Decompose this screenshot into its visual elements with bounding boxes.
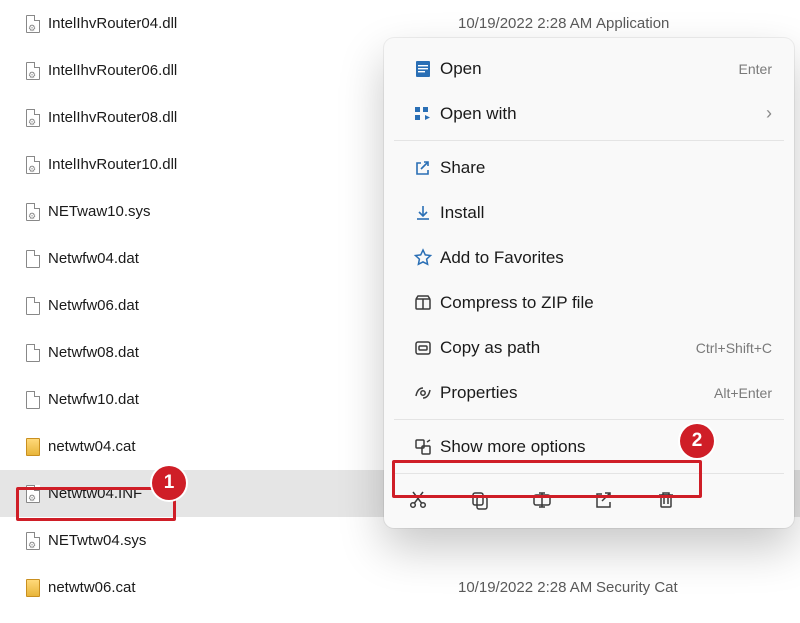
menu-show-more[interactable]: Show more options bbox=[384, 424, 794, 469]
menu-share[interactable]: Share bbox=[384, 145, 794, 190]
menu-open-with[interactable]: Open with › bbox=[384, 91, 794, 136]
file-name: IntelIhvRouter06.dll bbox=[46, 62, 396, 79]
file-icon bbox=[20, 156, 46, 174]
menu-install[interactable]: Install bbox=[384, 190, 794, 235]
menu-zip[interactable]: Compress to ZIP file bbox=[384, 280, 794, 325]
menu-copy-path-accel: Ctrl+Shift+C bbox=[696, 340, 772, 356]
file-name: Netwfw06.dat bbox=[46, 297, 396, 314]
menu-copy-path-label: Copy as path bbox=[440, 338, 696, 358]
cut-icon[interactable] bbox=[406, 488, 430, 512]
menu-show-more-label: Show more options bbox=[440, 437, 772, 457]
menu-open-with-label: Open with bbox=[440, 104, 766, 124]
file-name: NETwtw04.sys bbox=[46, 532, 396, 549]
copy-path-icon bbox=[406, 338, 440, 358]
menu-install-label: Install bbox=[440, 203, 772, 223]
file-name: Netwfw04.dat bbox=[46, 250, 396, 267]
menu-zip-label: Compress to ZIP file bbox=[440, 293, 772, 313]
file-name: IntelIhvRouter08.dll bbox=[46, 109, 396, 126]
menu-open[interactable]: Open Enter bbox=[384, 46, 794, 91]
menu-favorites-label: Add to Favorites bbox=[440, 248, 772, 268]
file-icon bbox=[20, 250, 46, 268]
more-options-icon bbox=[406, 437, 440, 457]
menu-properties[interactable]: Properties Alt+Enter bbox=[384, 370, 794, 415]
file-date: 10/19/2022 2:28 AM bbox=[396, 579, 596, 596]
file-name: IntelIhvRouter04.dll bbox=[46, 15, 396, 32]
open-with-icon bbox=[406, 104, 440, 124]
file-icon bbox=[20, 438, 46, 456]
menu-properties-accel: Alt+Enter bbox=[714, 385, 772, 401]
file-name: NETwaw10.sys bbox=[46, 203, 396, 220]
menu-open-label: Open bbox=[440, 59, 739, 79]
copy-icon[interactable] bbox=[468, 488, 492, 512]
rename-icon[interactable] bbox=[530, 488, 554, 512]
share-icon bbox=[406, 158, 440, 178]
file-icon bbox=[20, 344, 46, 362]
file-icon bbox=[20, 203, 46, 221]
share-action-icon[interactable] bbox=[592, 488, 616, 512]
file-icon bbox=[20, 532, 46, 550]
callout-badge-1: 1 bbox=[152, 466, 186, 500]
delete-icon[interactable] bbox=[654, 488, 678, 512]
file-name: Netwfw10.dat bbox=[46, 391, 396, 408]
file-name: Netwtw04.INF bbox=[46, 485, 396, 502]
zip-icon bbox=[406, 293, 440, 313]
menu-properties-label: Properties bbox=[440, 383, 714, 403]
menu-copy-path[interactable]: Copy as path Ctrl+Shift+C bbox=[384, 325, 794, 370]
file-name: Netwfw08.dat bbox=[46, 344, 396, 361]
file-date: 10/19/2022 2:28 AM bbox=[396, 15, 596, 32]
file-name: netwtw06.cat bbox=[46, 579, 396, 596]
context-menu: Open Enter Open with › Share Install Add… bbox=[384, 38, 794, 528]
menu-separator bbox=[394, 473, 784, 474]
chevron-right-icon: › bbox=[766, 103, 772, 124]
file-type: Application bbox=[596, 15, 800, 32]
install-icon bbox=[406, 203, 440, 223]
callout-badge-2: 2 bbox=[680, 424, 714, 458]
menu-separator bbox=[394, 140, 784, 141]
menu-favorites[interactable]: Add to Favorites bbox=[384, 235, 794, 280]
file-icon bbox=[20, 485, 46, 503]
file-icon bbox=[20, 297, 46, 315]
menu-action-bar bbox=[384, 478, 794, 520]
file-icon bbox=[20, 391, 46, 409]
file-icon bbox=[20, 109, 46, 127]
file-icon bbox=[20, 579, 46, 597]
menu-open-accel: Enter bbox=[739, 61, 772, 77]
file-row[interactable]: netwtw06.cat10/19/2022 2:28 AMSecurity C… bbox=[0, 564, 800, 611]
file-name: IntelIhvRouter10.dll bbox=[46, 156, 396, 173]
notepad-icon bbox=[406, 59, 440, 79]
file-name: netwtw04.cat bbox=[46, 438, 396, 455]
file-icon bbox=[20, 62, 46, 80]
star-icon bbox=[406, 248, 440, 268]
file-type: Security Cat bbox=[596, 579, 800, 596]
properties-icon bbox=[406, 383, 440, 403]
file-icon bbox=[20, 15, 46, 33]
menu-separator bbox=[394, 419, 784, 420]
menu-share-label: Share bbox=[440, 158, 772, 178]
